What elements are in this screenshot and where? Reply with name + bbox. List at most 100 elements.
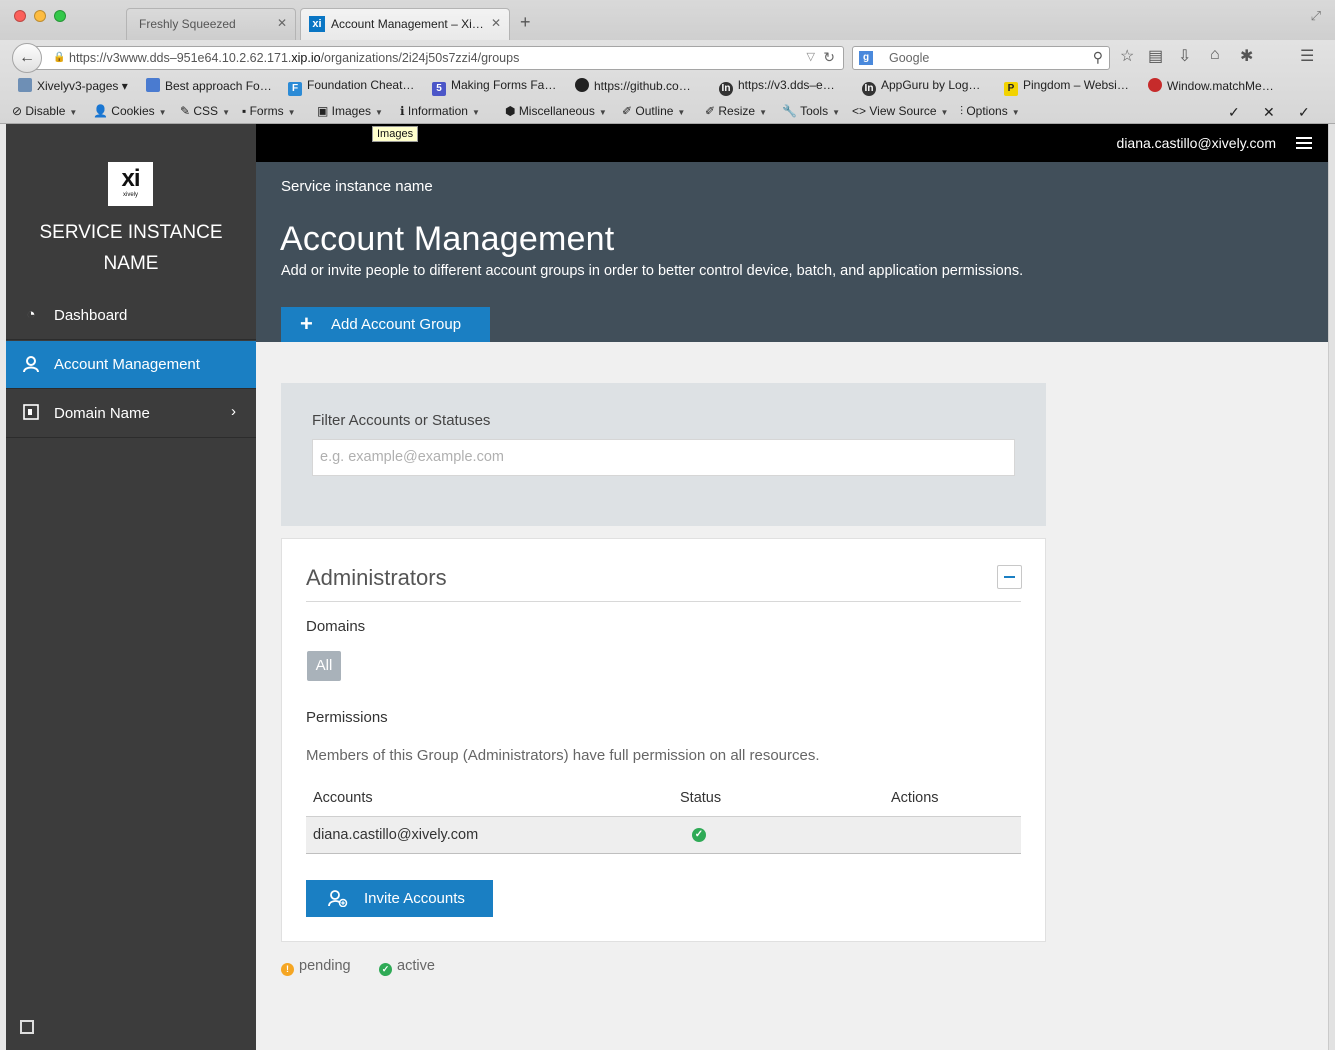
active-icon: ✓ <box>379 963 392 976</box>
permissions-text: Members of this Group (Administrators) h… <box>306 747 820 764</box>
divider <box>306 601 1021 602</box>
domain-icon <box>22 404 40 422</box>
downloads-icon[interactable]: ⇩ <box>1178 46 1191 66</box>
devbar-miscellaneous[interactable]: ⬢ Miscellaneous ▼ <box>505 104 607 118</box>
devbar-resize[interactable]: ✐ Resize ▼ <box>705 104 767 118</box>
devbar-images[interactable]: ▣ Images ▼ <box>317 104 383 118</box>
back-arrow-icon: ← <box>19 49 35 66</box>
search-placeholder: Google <box>889 51 930 65</box>
web-developer-toolbar: ⊘ Disable ▼ 👤 Cookies ▼ ✎ CSS ▼ ▪ Forms ▼ ▣ … <box>0 100 1335 124</box>
minimize-window-icon[interactable] <box>34 10 46 22</box>
devbar-disable[interactable]: ⊘ Disable ▼ <box>12 104 77 118</box>
url-prefix: https://v3www.dds–951e64.10.2.62.171. <box>69 51 292 65</box>
close-icon[interactable]: ✕ <box>1263 104 1275 121</box>
devbar-css[interactable]: ✎ CSS ▼ <box>180 104 230 118</box>
devbar-options[interactable]: ⫶ Options ▼ <box>960 104 1020 119</box>
reading-list-icon[interactable]: ▤ <box>1148 46 1163 66</box>
bookmark-item[interactable]: Xivelyv3-pages ▾ <box>18 78 128 93</box>
devbar-information[interactable]: ℹ Information ▼ <box>400 104 480 118</box>
bookmark-favicon-icon <box>146 78 160 92</box>
sidebar-item-domain-name[interactable]: Domain Name › <box>6 390 256 438</box>
search-icon[interactable]: ⚲ <box>1093 49 1103 66</box>
gauge-icon: ◔ <box>26 306 36 323</box>
xively-logo: xi xively <box>108 162 153 206</box>
foundation-icon: F <box>288 82 302 96</box>
add-user-icon <box>328 890 348 908</box>
breadcrumb: Service instance name <box>281 178 433 195</box>
tab-close-icon[interactable]: ✕ <box>491 16 501 30</box>
window-edge <box>0 124 6 1050</box>
hamburger-menu-icon[interactable] <box>1296 137 1312 149</box>
sidebar-item-label: Domain Name <box>54 405 150 422</box>
zoom-window-icon[interactable] <box>54 10 66 22</box>
domain-chip-all[interactable]: All <box>307 651 341 681</box>
column-accounts: Accounts <box>313 790 373 806</box>
css-icon: 5 <box>432 82 446 96</box>
url-bar[interactable]: 🔒 https://v3www.dds–951e64.10.2.62.171.x… <box>34 46 844 70</box>
folder-icon <box>18 78 32 92</box>
accounts-table-header: Accounts Status Actions <box>306 789 1021 817</box>
reload-icon[interactable]: ↻ <box>823 49 835 66</box>
close-window-icon[interactable] <box>14 10 26 22</box>
bookmark-item[interactable]: Window.matchMe… <box>1148 78 1274 93</box>
home-icon[interactable]: ⌂ <box>1210 46 1220 64</box>
url-path: /organizations/2i24j50s7zzi4/groups <box>320 51 520 65</box>
pingdom-icon: P <box>1004 82 1018 96</box>
lock-icon: 🔒 <box>53 52 66 63</box>
bookmark-star-icon[interactable]: ☆ <box>1120 46 1134 66</box>
user-icon <box>22 355 40 373</box>
bookmark-item[interactable]: https://github.co… <box>575 78 691 93</box>
invite-accounts-button[interactable]: Invite Accounts <box>306 880 493 917</box>
appguru-icon: In <box>862 82 876 96</box>
url-host: xip.io <box>291 51 321 65</box>
back-button[interactable]: ← <box>12 43 42 73</box>
tooltip: Images <box>372 126 419 142</box>
tab-close-icon[interactable]: ✕ <box>277 16 287 30</box>
menu-icon[interactable]: ☰ <box>1300 46 1314 66</box>
plus-icon: + <box>300 311 313 336</box>
collapse-group-button[interactable] <box>997 565 1022 589</box>
add-account-group-label: Add Account Group <box>331 316 462 333</box>
page-header: Service instance name Account Management… <box>256 162 1328 343</box>
bookmark-item[interactable]: Best approach Fo… <box>146 78 272 93</box>
column-actions: Actions <box>891 790 939 806</box>
bookmark-item[interactable]: P Pingdom – Websi… <box>1004 78 1129 96</box>
tab-label: Freshly Squeezed <box>139 17 236 31</box>
bookmark-item[interactable]: F Foundation Cheat… <box>288 78 414 96</box>
addon-icon[interactable]: ✱ <box>1240 46 1253 66</box>
sidebar-item-account-management[interactable]: Account Management <box>6 341 256 389</box>
github-icon <box>575 78 589 92</box>
devbar-forms[interactable]: ▪ Forms ▼ <box>242 104 296 118</box>
sidebar-item-dashboard[interactable]: ◔ Dashboard <box>6 292 256 340</box>
pending-icon: ! <box>281 963 294 976</box>
collapse-sidebar-icon[interactable] <box>20 1020 34 1034</box>
browser-tab-account-management[interactable]: xi Account Management – Xi… ✕ <box>300 8 510 40</box>
bookmark-item[interactable]: In https://v3.dds–e… <box>719 78 835 96</box>
sidebar-item-label: Account Management <box>54 356 200 373</box>
add-account-group-button[interactable]: + Add Account Group <box>281 307 490 343</box>
devbar-outline[interactable]: ✐ Outline ▼ <box>622 104 685 118</box>
devbar-view-source[interactable]: <> View Source ▼ <box>852 104 948 118</box>
google-icon: g <box>859 51 873 65</box>
column-status: Status <box>680 790 722 806</box>
table-row: diana.castillo@xively.com ✓ <box>306 817 1021 854</box>
filter-label: Filter Accounts or Statuses <box>312 412 491 429</box>
browser-tab-freshly-squeezed[interactable]: Freshly Squeezed ✕ <box>126 8 296 40</box>
url-history-dropdown-icon[interactable]: ▽ <box>807 50 815 63</box>
devbar-tools[interactable]: 🔧 Tools ▼ <box>782 104 840 118</box>
bookmark-item[interactable]: In AppGuru by Log… <box>862 78 980 96</box>
navigation-toolbar: 🔒 https://v3www.dds–951e64.10.2.62.171.x… <box>0 40 1335 73</box>
filter-input[interactable]: e.g. example@example.com <box>312 439 1015 476</box>
check-icon[interactable]: ✓ <box>1298 104 1310 121</box>
search-input[interactable]: g Google ⚲ <box>852 46 1110 70</box>
new-tab-icon[interactable]: + <box>520 12 531 33</box>
devbar-cookies[interactable]: 👤 Cookies ▼ <box>93 104 167 118</box>
check-icon[interactable]: ✓ <box>1228 104 1240 121</box>
chevron-right-icon: › <box>231 403 236 420</box>
user-email[interactable]: diana.castillo@xively.com <box>1117 135 1276 151</box>
filter-placeholder: e.g. example@example.com <box>320 449 504 465</box>
scrollbar[interactable] <box>1328 124 1335 1050</box>
bookmark-item[interactable]: 5 Making Forms Fa… <box>432 78 556 96</box>
fullscreen-icon[interactable]: ⤢ <box>1311 8 1321 24</box>
domains-label: Domains <box>306 618 366 635</box>
